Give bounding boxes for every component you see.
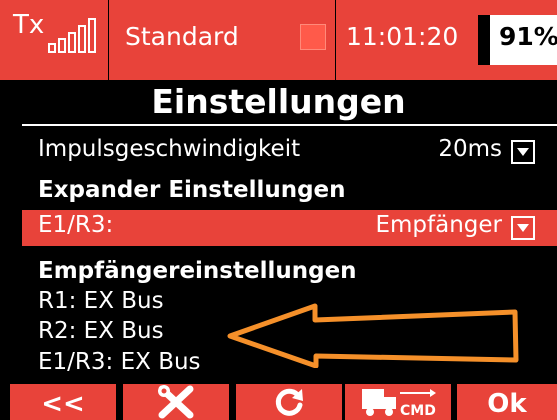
back-button[interactable]: << xyxy=(10,384,116,420)
impuls-value[interactable]: 20ms xyxy=(438,136,502,162)
clock: 11:01:20 xyxy=(346,22,459,51)
mode-label: Standard xyxy=(125,22,239,51)
receiver-item: R1: EX Bus xyxy=(38,288,164,314)
expander-row-label: E1/R3: xyxy=(38,212,114,238)
receiver-heading: Empfängereinstellungen xyxy=(38,258,357,284)
vehicle-cmd-icon: CMD xyxy=(362,389,436,419)
cmd-button[interactable]: CMD xyxy=(345,384,451,420)
annotation-arrow-icon xyxy=(227,303,519,368)
wrench-cross-icon xyxy=(158,385,194,419)
ok-button[interactable]: Ok xyxy=(457,384,557,420)
page-title: Einstellungen xyxy=(151,82,406,121)
signal-strength-icon xyxy=(48,15,100,53)
cmd-label: CMD xyxy=(400,403,436,419)
recording-indicator-icon xyxy=(300,24,326,50)
dropdown-arrow-icon[interactable] xyxy=(511,140,535,164)
battery-percent: 91% xyxy=(499,22,557,51)
title-divider xyxy=(22,124,557,126)
expander-heading: Expander Einstellungen xyxy=(38,177,346,203)
receiver-item: R2: EX Bus xyxy=(38,318,164,344)
tx-label: Tx xyxy=(13,10,45,40)
expander-row-value[interactable]: Empfänger xyxy=(375,212,502,238)
status-divider xyxy=(335,0,336,80)
expander-e1r3-row[interactable]: E1/R3: Empfänger xyxy=(22,210,557,246)
status-divider xyxy=(108,0,109,80)
settings-button[interactable] xyxy=(123,384,229,420)
status-bar: Tx Standard 11:01:20 91% xyxy=(0,0,557,80)
impuls-row[interactable]: Impulsgeschwindigkeit 20ms xyxy=(0,134,557,170)
refresh-icon xyxy=(275,388,303,416)
receiver-item: E1/R3: EX Bus xyxy=(38,349,201,375)
refresh-button[interactable] xyxy=(236,384,342,420)
function-button-bar: << CMD Ok xyxy=(0,384,557,420)
impuls-label: Impulsgeschwindigkeit xyxy=(38,136,301,162)
dropdown-arrow-icon[interactable] xyxy=(511,216,535,240)
